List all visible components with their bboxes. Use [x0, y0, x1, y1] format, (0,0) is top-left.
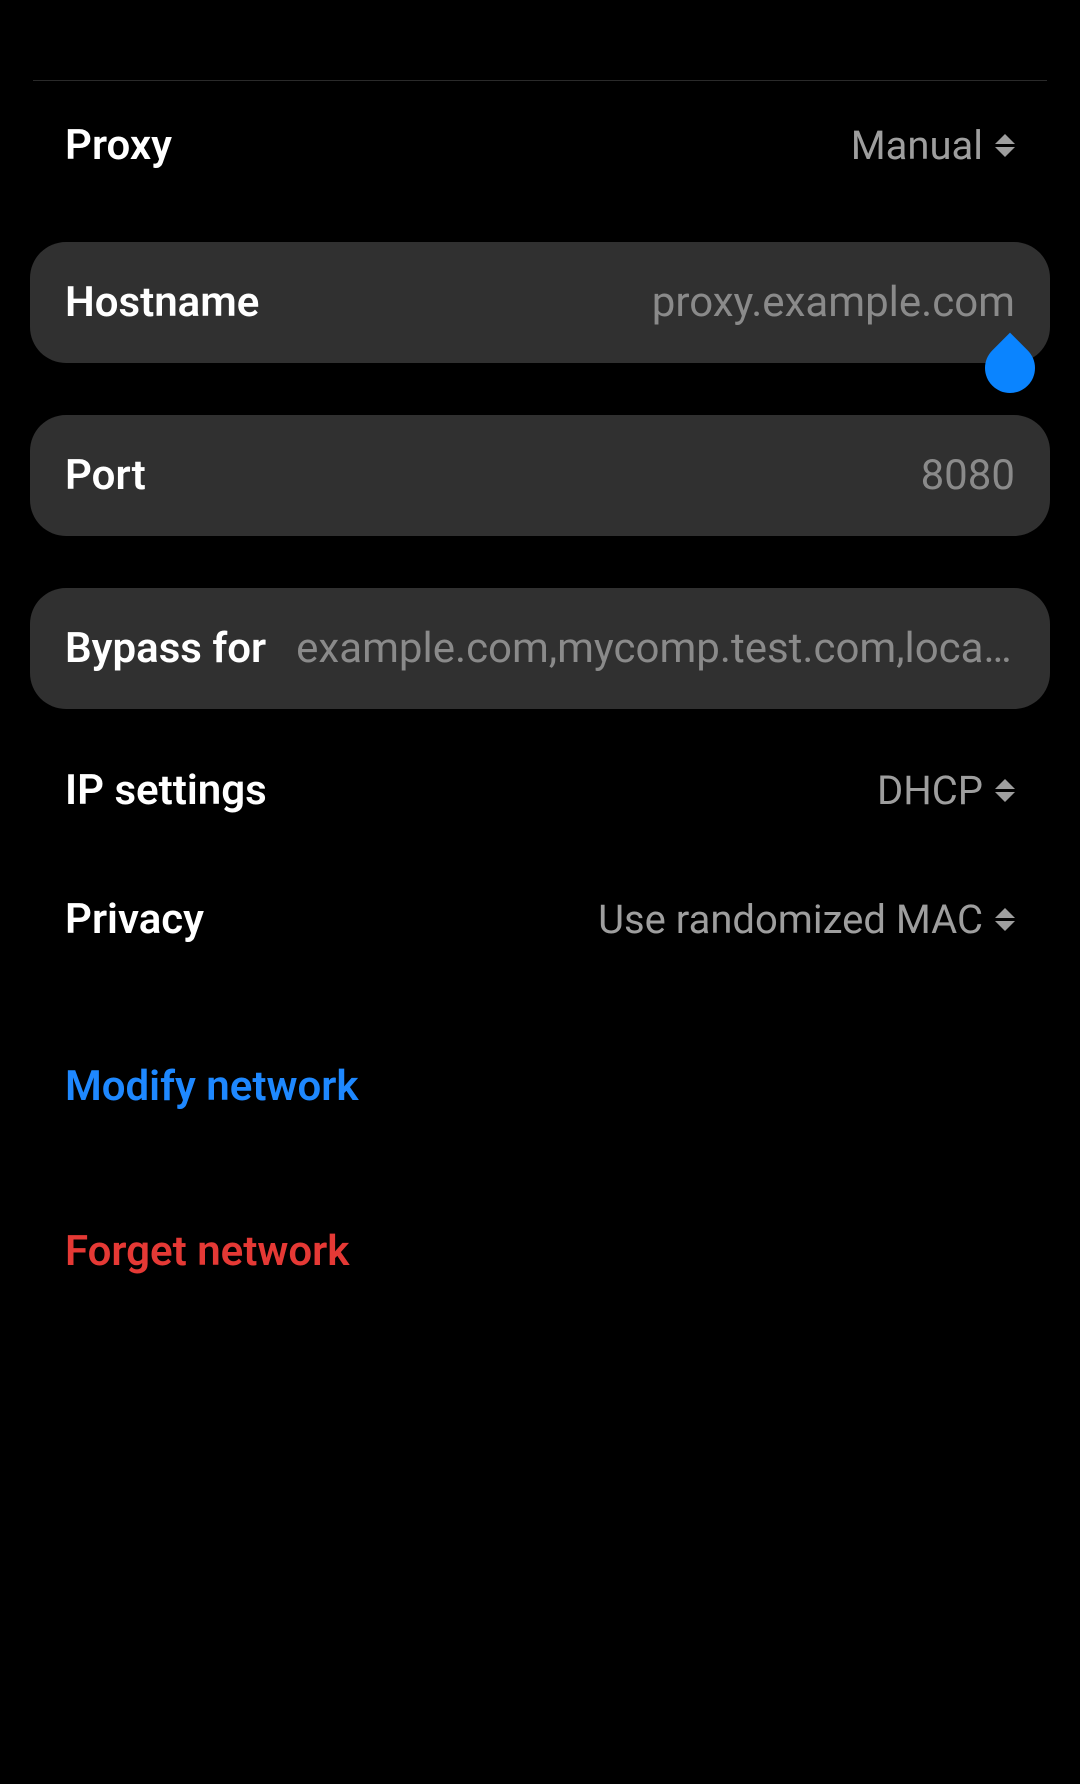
ip-settings-value: DHCP: [877, 767, 983, 814]
proxy-value: Manual: [851, 122, 983, 169]
port-label: Port: [65, 451, 146, 500]
modify-network-button[interactable]: Modify network: [30, 1024, 1050, 1149]
proxy-label: Proxy: [65, 121, 172, 170]
port-input-card[interactable]: Port: [30, 415, 1050, 536]
hostname-input[interactable]: [279, 278, 1015, 327]
port-input[interactable]: [166, 451, 1015, 500]
proxy-value-group: Manual: [851, 122, 1015, 169]
privacy-value: Use randomized MAC: [598, 896, 983, 943]
chevron-updown-icon: [995, 134, 1015, 157]
ip-settings-label: IP settings: [65, 766, 267, 815]
privacy-label: Privacy: [65, 895, 204, 944]
chevron-updown-icon: [995, 779, 1015, 802]
bypass-label: Bypass for: [65, 624, 266, 673]
ip-settings-row[interactable]: IP settings DHCP: [30, 726, 1050, 855]
settings-container: Proxy Manual Hostname Port Bypass for ex…: [0, 81, 1080, 1314]
bypass-placeholder-text: example.com,mycomp.test.com,localhost: [296, 624, 1015, 673]
chevron-updown-icon: [995, 908, 1015, 931]
hostname-input-card[interactable]: Hostname: [30, 242, 1050, 363]
forget-network-button[interactable]: Forget network: [30, 1189, 1050, 1314]
hostname-label: Hostname: [65, 278, 259, 327]
bypass-input-card[interactable]: Bypass for example.com,mycomp.test.com,l…: [30, 588, 1050, 709]
privacy-row[interactable]: Privacy Use randomized MAC: [30, 855, 1050, 984]
ip-settings-value-group: DHCP: [877, 767, 1015, 814]
privacy-value-group: Use randomized MAC: [598, 896, 1015, 943]
proxy-setting-row[interactable]: Proxy Manual: [30, 81, 1050, 210]
